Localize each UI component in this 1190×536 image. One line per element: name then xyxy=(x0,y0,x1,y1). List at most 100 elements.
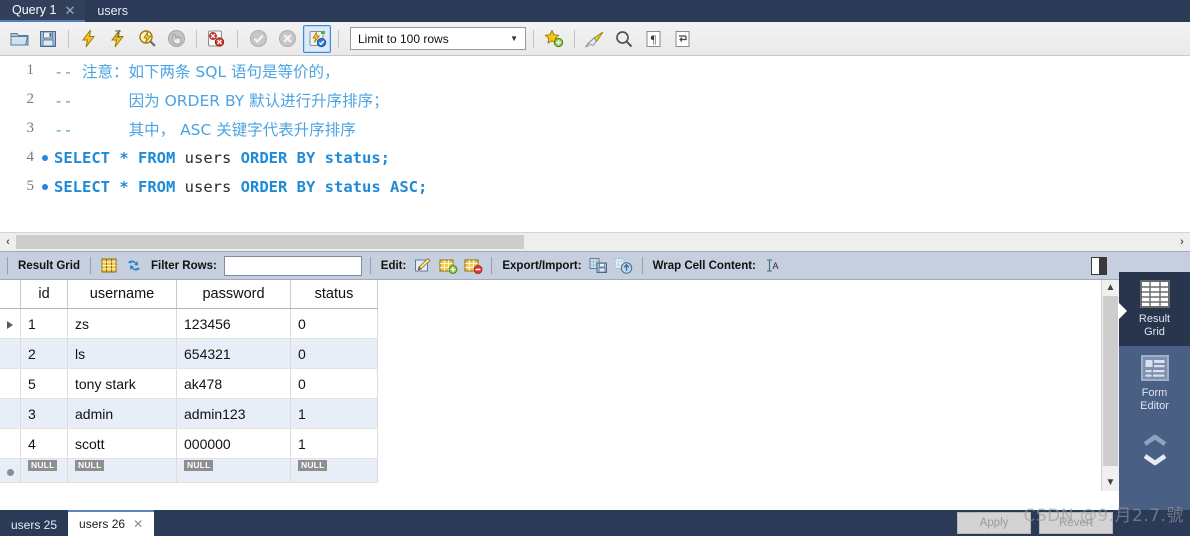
close-icon[interactable]: ✕ xyxy=(133,517,143,531)
filter-rows-input[interactable] xyxy=(223,255,362,276)
null-cell-username[interactable]: NULL xyxy=(67,458,177,483)
cell-password[interactable]: ak478 xyxy=(176,368,291,399)
scroll-right-icon[interactable]: › xyxy=(1174,236,1190,248)
new-row-placeholder[interactable]: NULL NULL NULL NULL xyxy=(0,458,378,483)
close-icon[interactable]: ✕ xyxy=(64,4,75,17)
refresh-icon[interactable] xyxy=(124,256,144,276)
scroll-up-icon[interactable]: ▲ xyxy=(1102,280,1119,296)
sql-editor-toolbar: Limit to 100 rows ▼ ¶ xyxy=(0,22,1190,56)
editor-line-text: -- 注意：如下两条 SQL 语句是等价的， xyxy=(54,60,340,82)
hscroll-track[interactable] xyxy=(16,234,1174,250)
row-marker[interactable] xyxy=(0,428,21,459)
row-marker[interactable] xyxy=(0,398,21,429)
code-token: ; xyxy=(418,177,428,196)
cell-id[interactable]: 3 xyxy=(20,398,68,429)
toolbar-separator xyxy=(196,29,197,48)
cell-password[interactable]: 123456 xyxy=(176,308,291,339)
export-recordset-icon[interactable] xyxy=(589,256,609,276)
sql-editor[interactable]: 1 -- 注意：如下两条 SQL 语句是等价的， 2 -- 因为 ORDER BY 默… xyxy=(0,56,1190,232)
cell-username[interactable]: admin xyxy=(67,398,177,429)
vscroll-thumb[interactable] xyxy=(1103,296,1118,466)
editor-horizontal-scrollbar[interactable]: ‹ › xyxy=(0,232,1190,251)
insert-row-icon[interactable] xyxy=(438,256,458,276)
code-token: ; xyxy=(380,148,391,167)
null-badge: NULL xyxy=(28,460,58,471)
toggle-autocommit-icon[interactable] xyxy=(303,24,331,53)
cell-status[interactable]: 1 xyxy=(290,428,378,459)
cell-username[interactable]: scott xyxy=(67,428,177,459)
scroll-down-icon[interactable]: ▼ xyxy=(1102,475,1119,491)
hscroll-thumb[interactable] xyxy=(16,235,524,249)
row-marker[interactable] xyxy=(0,308,21,339)
rollback-icon[interactable] xyxy=(274,26,300,52)
cell-status[interactable]: 0 xyxy=(290,368,378,399)
sidebar-scroll-controls[interactable] xyxy=(1142,434,1168,469)
grid-view-icon[interactable] xyxy=(99,256,119,276)
column-header-id[interactable]: id xyxy=(20,280,68,309)
cell-password[interactable]: admin123 xyxy=(176,398,291,429)
vscroll-track[interactable] xyxy=(1102,296,1119,475)
commit-icon[interactable] xyxy=(245,26,271,52)
table-row[interactable]: 4 scott 000000 1 xyxy=(0,428,378,459)
row-marker-header xyxy=(0,280,21,309)
cell-id[interactable]: 2 xyxy=(20,338,68,369)
cell-id[interactable]: 4 xyxy=(20,428,68,459)
cell-password[interactable]: 654321 xyxy=(176,338,291,369)
find-icon[interactable] xyxy=(611,26,637,52)
beautify-sql-icon[interactable] xyxy=(582,26,608,52)
null-cell-password[interactable]: NULL xyxy=(176,458,291,483)
chevron-down-icon[interactable] xyxy=(1142,452,1168,469)
cell-username[interactable]: ls xyxy=(67,338,177,369)
stop-execution-icon[interactable] xyxy=(163,26,189,52)
cell-username[interactable]: zs xyxy=(67,308,177,339)
cell-username[interactable]: tony stark xyxy=(67,368,177,399)
bottom-tab-users-25[interactable]: users 25 xyxy=(0,514,68,536)
cell-status[interactable]: 1 xyxy=(290,398,378,429)
import-recordset-icon[interactable] xyxy=(614,256,634,276)
row-limit-select[interactable]: Limit to 100 rows ▼ xyxy=(350,27,526,50)
grid-vertical-scrollbar[interactable]: ▲ ▼ xyxy=(1101,280,1119,491)
code-token: status ASC xyxy=(324,177,418,196)
editor-line-text: -- 因为 ORDER BY 默认进行升序排序； xyxy=(54,89,389,111)
cell-password[interactable]: 000000 xyxy=(176,428,291,459)
wrap-cell-content-icon[interactable]: A xyxy=(763,256,783,276)
table-row[interactable]: 2 ls 654321 0 xyxy=(0,338,378,369)
save-sql-script-icon[interactable] xyxy=(35,26,61,52)
cell-id[interactable]: 5 xyxy=(20,368,68,399)
chevron-up-icon[interactable] xyxy=(1142,434,1168,451)
wrap-lines-icon[interactable] xyxy=(669,26,695,52)
toggle-stop-on-error-icon[interactable] xyxy=(204,26,230,52)
null-cell-status[interactable]: NULL xyxy=(290,458,378,483)
row-marker[interactable] xyxy=(0,368,21,399)
cell-status[interactable]: 0 xyxy=(290,338,378,369)
column-header-password[interactable]: password xyxy=(176,280,291,309)
tab-users[interactable]: users xyxy=(85,0,138,22)
scroll-left-icon[interactable]: ‹ xyxy=(0,236,16,248)
new-snippet-icon[interactable] xyxy=(541,26,567,52)
apply-button[interactable]: Apply xyxy=(957,512,1031,534)
open-sql-script-icon[interactable] xyxy=(6,26,32,52)
delete-row-icon[interactable] xyxy=(463,256,483,276)
revert-button[interactable]: Revert xyxy=(1039,512,1113,534)
tab-query-1[interactable]: Query 1 ✕ xyxy=(0,0,86,22)
explain-statement-icon[interactable] xyxy=(134,26,160,52)
edit-cell-icon[interactable] xyxy=(413,256,433,276)
table-row[interactable]: 3 admin admin123 1 xyxy=(0,398,378,429)
chevron-down-icon[interactable]: ▼ xyxy=(510,34,523,43)
cell-id[interactable]: 1 xyxy=(20,308,68,339)
sidebar-item-form-editor[interactable]: Form Editor xyxy=(1119,346,1190,420)
null-cell-id[interactable]: NULL xyxy=(20,458,68,483)
sidebar-item-result-grid[interactable]: Result Grid xyxy=(1119,272,1190,346)
execute-statement-icon[interactable] xyxy=(76,26,102,52)
new-row-marker[interactable] xyxy=(0,458,21,483)
row-marker[interactable] xyxy=(0,338,21,369)
toggle-invisible-chars-icon[interactable]: ¶ xyxy=(640,26,666,52)
table-row[interactable]: 5 tony stark ak478 0 xyxy=(0,368,378,399)
execute-current-statement-icon[interactable] xyxy=(105,26,131,52)
bottom-tab-users-26[interactable]: users 26 ✕ xyxy=(68,510,155,536)
table-row[interactable]: 1 zs 123456 0 xyxy=(0,308,378,339)
column-header-username[interactable]: username xyxy=(67,280,177,309)
cell-status[interactable]: 0 xyxy=(290,308,378,339)
column-header-status[interactable]: status xyxy=(290,280,378,309)
toggle-edit-panel-icon[interactable] xyxy=(1091,256,1107,275)
